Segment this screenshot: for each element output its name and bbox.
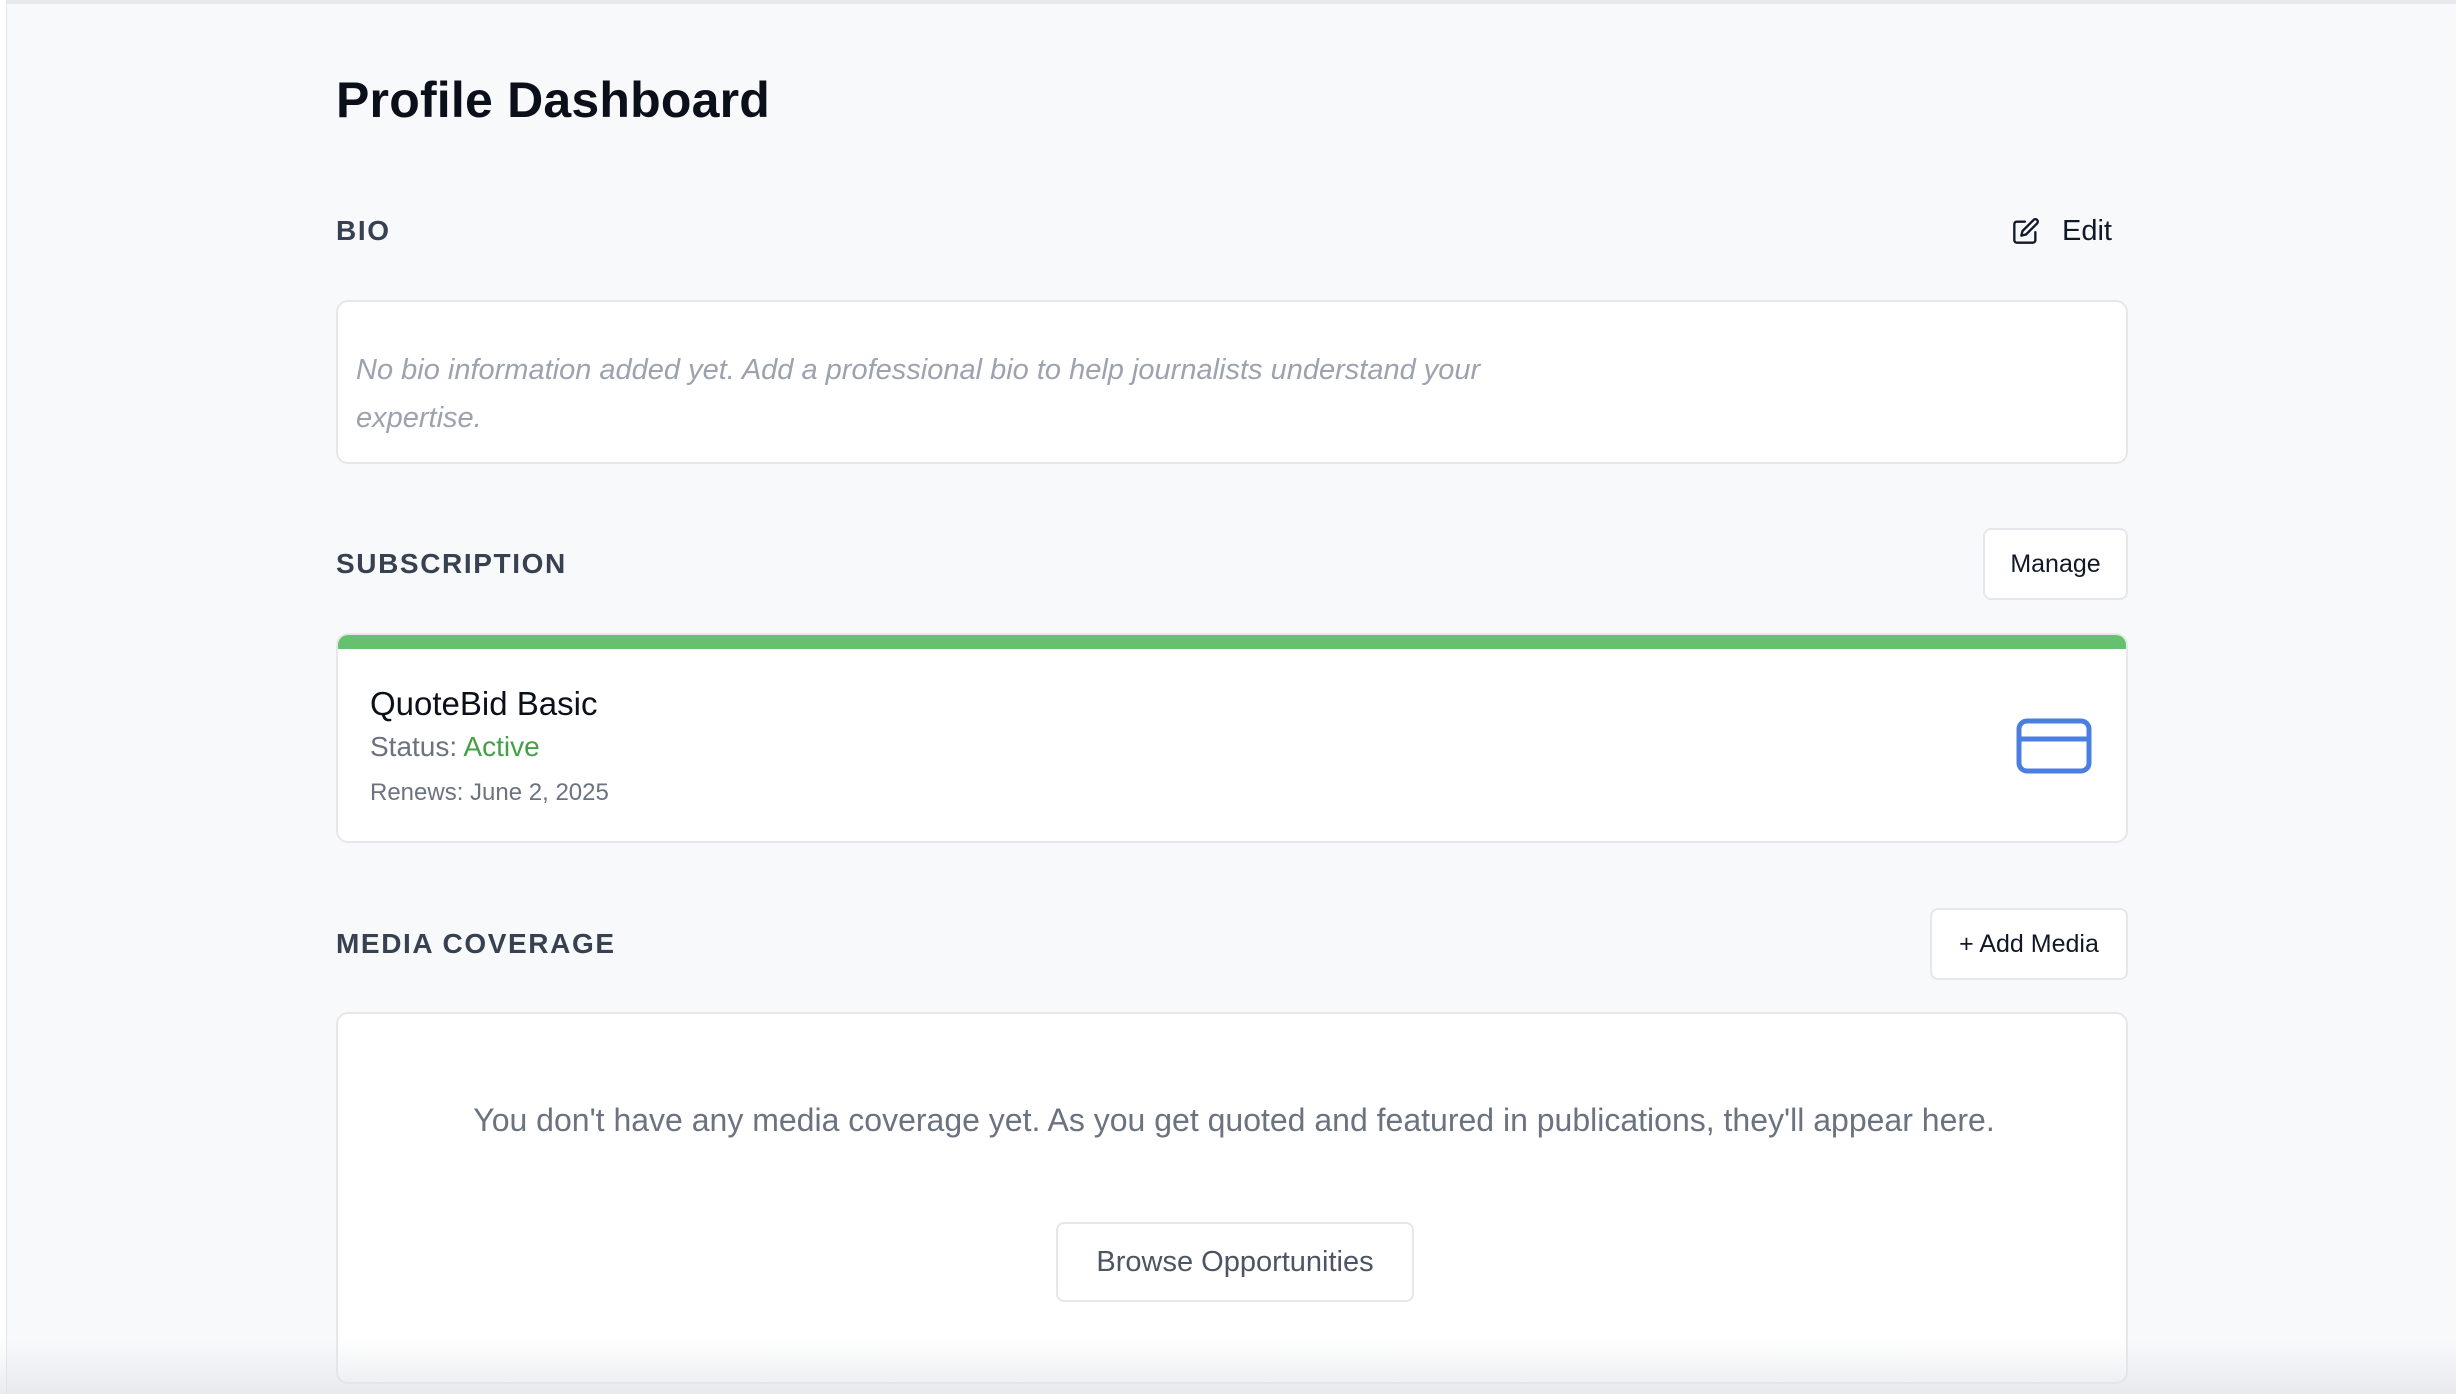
bio-card: No bio information added yet. Add a prof… <box>336 300 2128 464</box>
credit-card-icon <box>2016 718 2092 774</box>
status-label: Status: <box>370 731 458 762</box>
media-empty-text: You don't have any media coverage yet. A… <box>473 1102 1995 1138</box>
window-left-border <box>0 0 7 1394</box>
bio-empty-text: No bio information added yet. Add a prof… <box>356 354 1481 434</box>
manage-subscription-button[interactable]: Manage <box>1983 528 2128 600</box>
browse-opportunities-button[interactable]: Browse Opportunities <box>1056 1222 1414 1302</box>
subscription-card: QuoteBid Basic Status: Active Renews: Ju… <box>336 633 2128 843</box>
window-top-border <box>0 0 2456 4</box>
subscription-heading: SUBSCRIPTION <box>336 548 567 579</box>
renewal-date: Renews: June 2, 2025 <box>370 779 609 806</box>
page-title: Profile Dashboard <box>336 72 771 128</box>
edit-label: Edit <box>2062 214 2112 247</box>
status-value: Active <box>463 731 540 762</box>
plan-name: QuoteBid Basic <box>370 685 598 722</box>
subscription-status-bar <box>338 635 2126 649</box>
bio-heading: BIO <box>336 215 391 246</box>
media-coverage-card: You don't have any media coverage yet. A… <box>336 1012 2128 1384</box>
media-coverage-heading: MEDIA COVERAGE <box>336 928 616 959</box>
subscription-status: Status: Active <box>370 731 540 763</box>
edit-icon <box>2013 218 2039 244</box>
add-media-button[interactable]: + Add Media <box>1930 908 2128 980</box>
edit-bio-button[interactable]: Edit <box>2012 208 2112 254</box>
